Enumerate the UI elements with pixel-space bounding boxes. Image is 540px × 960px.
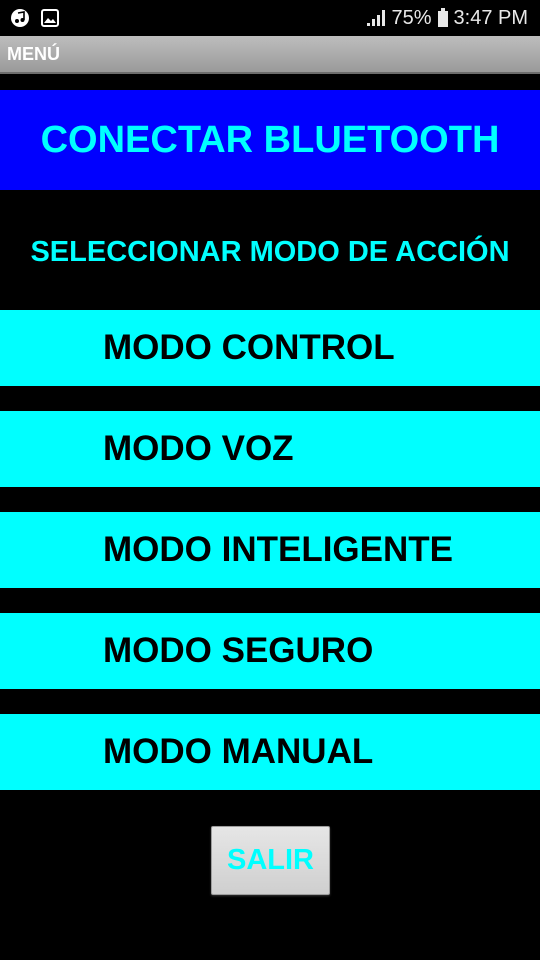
music-note-icon bbox=[11, 9, 29, 27]
battery-icon bbox=[437, 8, 448, 27]
image-icon bbox=[41, 9, 59, 27]
connect-bluetooth-button[interactable]: CONECTAR BLUETOOTH bbox=[0, 90, 540, 190]
battery-percent: 75% bbox=[391, 6, 432, 29]
system-indicators: 75% 3:47 PM bbox=[366, 6, 528, 30]
title-bar: MENÚ bbox=[0, 36, 540, 74]
signal-bars-icon bbox=[367, 10, 386, 26]
mode-control-button[interactable]: MODO CONTROL bbox=[0, 310, 540, 386]
mode-voice-button[interactable]: MODO VOZ bbox=[0, 411, 540, 487]
clock: 3:47 PM bbox=[453, 6, 528, 29]
mode-smart-button[interactable]: MODO INTELIGENTE bbox=[0, 512, 540, 588]
mode-safe-button[interactable]: MODO SEGURO bbox=[0, 613, 540, 689]
page-title: MENÚ bbox=[7, 44, 60, 64]
mode-manual-button[interactable]: MODO MANUAL bbox=[0, 714, 540, 790]
notification-icons bbox=[10, 8, 60, 28]
status-bar: 75% 3:47 PM bbox=[0, 0, 540, 36]
select-mode-label: SELECCIONAR MODO DE ACCIÓN bbox=[30, 236, 510, 268]
exit-button[interactable]: SALIR bbox=[211, 826, 330, 895]
